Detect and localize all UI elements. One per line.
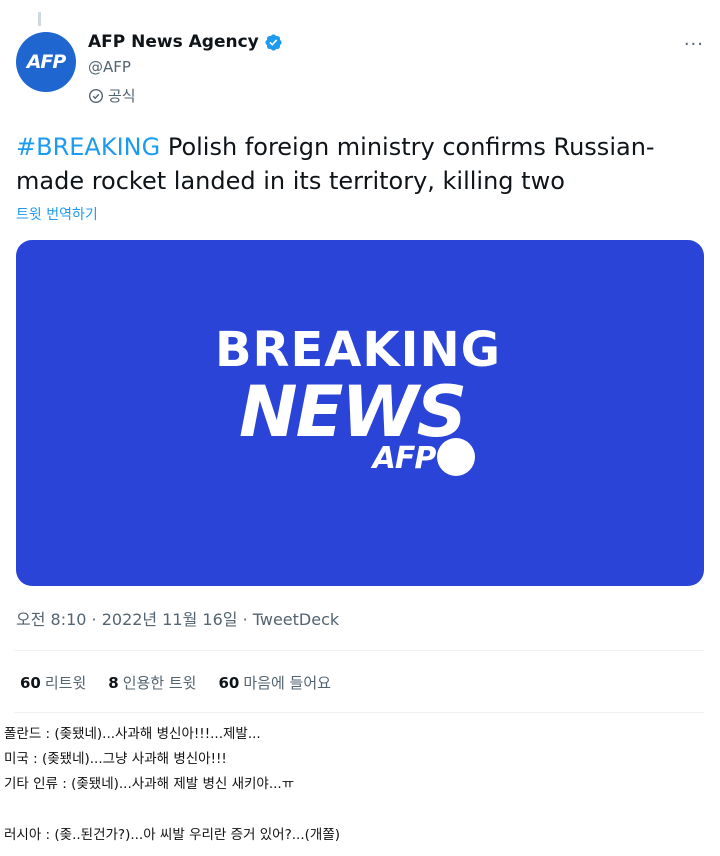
quote-tweets-stat[interactable]: 8 인용한 트윗 xyxy=(108,672,196,693)
author-name-row: AFP News Agency xyxy=(88,32,283,52)
comment-gap xyxy=(4,797,340,823)
translate-tweet-link[interactable]: 트윗 번역하기 xyxy=(16,204,98,224)
divider-top xyxy=(14,650,704,651)
comment-line: 기타 인류 : (좆됐네)...사과해 제발 병신 새키야...ㅠ xyxy=(4,776,295,792)
caption-comments: 폴란드 : (좆됐네)...사과해 병신아!!!...제발... 미국 : (좆… xyxy=(4,722,340,848)
official-text: 공식 xyxy=(108,87,136,105)
hashtag-link[interactable]: #BREAKING xyxy=(16,133,160,161)
breaking-news-graphic: BREAKING NEWS AFP xyxy=(215,322,501,476)
comment-line: 폴란드 : (좆됐네)...사과해 병신아!!!...제발... xyxy=(4,726,261,742)
media-brand: AFP xyxy=(371,441,437,476)
author-name[interactable]: AFP News Agency xyxy=(88,32,259,52)
top-edge-mark xyxy=(38,12,41,26)
tweet-text: #BREAKING Polish foreign ministry confir… xyxy=(16,130,706,198)
tweet-media-image[interactable]: BREAKING NEWS AFP xyxy=(16,240,704,586)
divider-bottom xyxy=(14,712,704,713)
likes-stat[interactable]: 60 마음에 들어요 xyxy=(219,672,331,693)
tweet-timestamp[interactable]: 오전 8:10 · 2022년 11월 16일 · TweetDeck xyxy=(16,606,339,630)
avatar[interactable]: AFP xyxy=(16,32,76,92)
retweets-stat[interactable]: 60 리트윗 xyxy=(20,672,86,693)
media-line1: BREAKING xyxy=(215,322,501,378)
official-check-icon xyxy=(88,88,104,103)
author-handle[interactable]: @AFP xyxy=(88,58,131,76)
comment-line: 미국 : (좆됐네)...그냥 사과해 병신아!!! xyxy=(4,751,227,767)
more-options-icon[interactable]: ··· xyxy=(684,34,704,55)
avatar-text: AFP xyxy=(26,51,67,73)
engagement-stats: 60 리트윗 8 인용한 트윗 60 마음에 들어요 xyxy=(20,672,353,693)
official-label: 공식 xyxy=(88,85,136,106)
tweet-header: AFP AFP News Agency @AFP 공식 ··· xyxy=(14,30,706,110)
verified-badge-icon xyxy=(265,33,282,51)
comment-line: 러시아 : (좆..된건가?)...아 씨발 우리란 증거 있어?...(개쫄) xyxy=(4,827,341,843)
afp-dot-icon xyxy=(437,438,475,476)
